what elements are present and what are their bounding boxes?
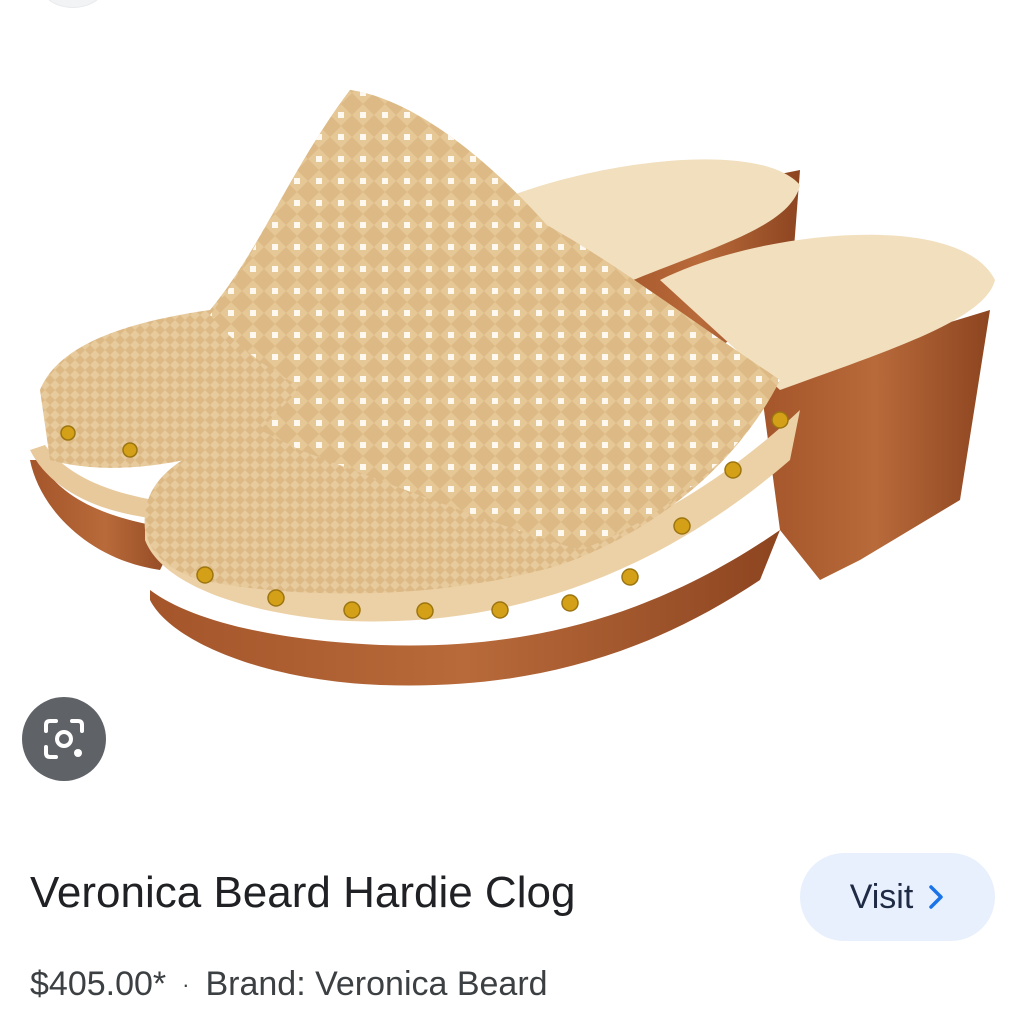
price: $405.00*	[30, 965, 167, 1003]
product-image	[30, 90, 995, 686]
top-control-partial[interactable]	[40, 0, 106, 8]
meta-separator: ·	[182, 971, 190, 997]
visit-button[interactable]: Visit	[800, 853, 995, 941]
google-lens-button[interactable]	[22, 697, 106, 781]
brand: Brand: Veronica Beard	[205, 965, 548, 1003]
product-title[interactable]: Veronica Beard Hardie Clog	[30, 868, 575, 918]
visit-label: Visit	[849, 877, 914, 916]
chevron-right-icon	[929, 885, 944, 909]
google-lens-icon	[44, 719, 84, 759]
product-meta: $405.00* · Brand: Veronica Beard	[30, 965, 548, 1004]
